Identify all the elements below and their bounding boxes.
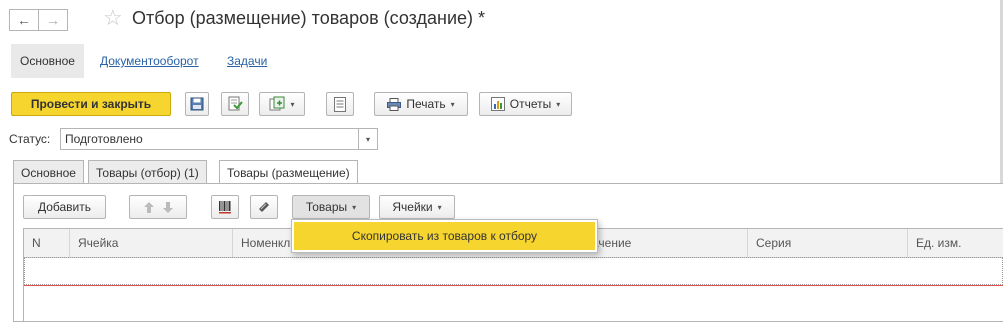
column-cell[interactable]: Ячейка — [69, 229, 232, 257]
post-document-icon — [228, 96, 243, 111]
chevron-down-icon: ▾ — [437, 202, 442, 212]
save-icon — [190, 97, 204, 111]
tab-tasks[interactable]: Задачи — [227, 44, 267, 78]
list-icon — [334, 96, 346, 112]
column-purpose[interactable]: ачение — [584, 229, 747, 257]
tab-goods-placement[interactable]: Товары (размещение) — [219, 160, 358, 185]
chevron-down-icon: ▾ — [556, 99, 561, 109]
barcode-button[interactable] — [211, 195, 239, 219]
reports-button[interactable]: Отчеты ▾ — [479, 92, 572, 116]
create-based-on-icon — [269, 96, 285, 111]
reports-icon — [490, 97, 505, 111]
save-button[interactable] — [185, 92, 209, 116]
status-value: Подготовлено — [65, 132, 143, 146]
column-unit[interactable]: Ед. изм. — [907, 229, 1003, 257]
chevron-down-icon: ▾ — [352, 202, 357, 212]
post-button[interactable] — [221, 92, 249, 116]
copy-from-picking-menu-item[interactable]: Скопировать из товаров к отбору — [294, 222, 595, 250]
tab-document-flow[interactable]: Документооборот — [100, 44, 199, 78]
cells-menu-button[interactable]: Ячейки ▾ — [379, 195, 455, 219]
create-based-on-button[interactable]: ▾ — [259, 92, 305, 116]
status-select[interactable]: Подготовлено ▾ — [60, 128, 378, 150]
arrow-right-icon: → — [46, 12, 60, 28]
arrow-down-icon[interactable] — [162, 201, 173, 213]
post-and-close-button[interactable]: Провести и закрыть — [11, 92, 171, 116]
star-icon[interactable]: ☆ — [103, 5, 123, 31]
document-list-button[interactable] — [326, 92, 354, 116]
print-label: Печать — [406, 97, 446, 111]
print-button[interactable]: Печать ▾ — [374, 92, 468, 116]
goods-dropdown-menu: Скопировать из товаров к отбору — [291, 219, 598, 253]
cells-label: Ячейки — [392, 200, 433, 214]
tab-main[interactable]: Основное — [11, 44, 84, 78]
column-n[interactable]: N — [24, 229, 69, 257]
arrow-left-icon: ← — [17, 12, 31, 28]
move-buttons — [129, 195, 187, 219]
data-collection-terminal-button[interactable] — [250, 195, 278, 219]
arrow-up-icon[interactable] — [143, 201, 154, 213]
tab-basic[interactable]: Основное — [13, 160, 84, 184]
reports-label: Отчеты — [509, 97, 552, 111]
barcode-icon — [219, 201, 231, 214]
goods-label: Товары — [305, 200, 348, 214]
back-button[interactable]: ← — [9, 9, 39, 31]
column-series[interactable]: Серия — [747, 229, 907, 257]
table-row[interactable] — [24, 257, 1003, 285]
printer-icon — [387, 97, 402, 111]
goods-menu-button[interactable]: Товары ▾ — [292, 195, 370, 219]
tab-goods-picking[interactable]: Товары (отбор) (1) — [88, 160, 207, 184]
add-button[interactable]: Добавить — [23, 195, 106, 219]
add-label: Добавить — [37, 200, 92, 214]
chevron-down-icon: ▾ — [290, 99, 295, 109]
status-label: Статус: — [9, 132, 51, 146]
chevron-down-icon: ▾ — [450, 99, 455, 109]
chevron-down-icon[interactable]: ▾ — [358, 129, 377, 149]
row-divider — [24, 285, 1003, 286]
terminal-icon — [259, 202, 269, 212]
page-title: Отбор (размещение) товаров (создание) * — [132, 8, 486, 28]
post-and-close-label: Провести и закрыть — [30, 97, 152, 111]
forward-button[interactable]: → — [38, 9, 68, 31]
